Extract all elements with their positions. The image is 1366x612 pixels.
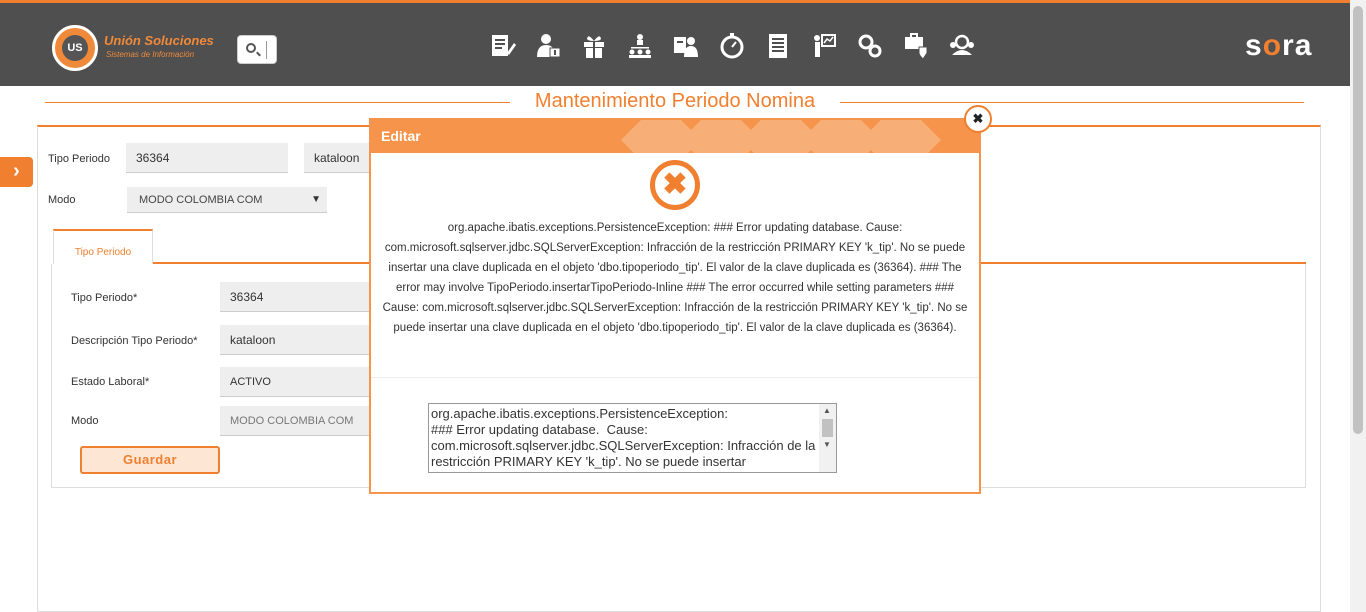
textarea-scrollbar[interactable]: ▲ ▼	[819, 404, 836, 472]
error-detail-textarea[interactable]: org.apache.ibatis.exceptions.Persistence…	[428, 403, 837, 473]
logo-mark-text: US	[62, 35, 88, 61]
error-message: org.apache.ibatis.exceptions.Persistence…	[382, 222, 968, 334]
sidebar-toggle-button[interactable]: ›	[0, 157, 33, 187]
form-tipo-label: Tipo Periodo*	[71, 292, 138, 304]
gift-icon[interactable]	[579, 31, 609, 61]
top-navbar: US Unión Soluciones Sistemas de Informac…	[0, 0, 1350, 86]
form-desc-label: Descripción Tipo Periodo*	[71, 335, 198, 347]
tab-tipo-periodo[interactable]: Tipo Periodo	[53, 229, 153, 264]
report-list-icon[interactable]	[763, 31, 793, 61]
dialog-title: Editar	[381, 128, 421, 144]
settings-shield-icon[interactable]	[901, 31, 931, 61]
filter-tipo-label: Tipo Periodo	[48, 153, 110, 165]
search-icon	[246, 43, 256, 53]
search-separator	[266, 41, 267, 59]
logo-subtitle: Sistemas de Información	[106, 50, 195, 59]
error-circle-icon: ✖	[650, 160, 700, 210]
filter-modo-select[interactable]: MODO COLOMBIA COM ▼	[127, 187, 327, 213]
error-dialog: Editar ✖ org.apache.ibatis.exceptions.Pe…	[369, 118, 981, 494]
filter-modo-label: Modo	[48, 194, 76, 206]
error-glyph: ✖	[662, 168, 688, 201]
team-search-icon[interactable]	[947, 31, 977, 61]
title-divider-right	[840, 102, 1304, 103]
brand-text-b: ra	[1282, 29, 1313, 62]
search-button[interactable]	[237, 35, 277, 64]
org-chart-icon[interactable]	[625, 31, 655, 61]
page-scrollbar[interactable]	[1350, 0, 1366, 612]
form-estado-label: Estado Laboral*	[71, 376, 150, 388]
dialog-divider	[371, 377, 979, 378]
dialog-header: Editar	[371, 120, 979, 153]
form-desc-field[interactable]: kataloon	[220, 325, 370, 355]
scroll-down-icon[interactable]: ▼	[823, 440, 831, 449]
save-button[interactable]: Guardar	[80, 446, 220, 474]
filter-tipo-desc-field[interactable]: kataloon	[304, 143, 374, 173]
chevron-down-icon: ▼	[311, 194, 321, 205]
form-estado-field[interactable]: ACTIVO	[220, 367, 370, 397]
user-money-icon[interactable]	[533, 31, 563, 61]
logo-name: Unión Soluciones	[104, 33, 214, 48]
textarea-scroll-thumb[interactable]	[822, 419, 833, 437]
stopwatch-icon[interactable]	[717, 31, 747, 61]
filter-tipo-code-field[interactable]: 36364	[126, 143, 288, 173]
chevron-right-icon: ›	[13, 160, 20, 182]
page-title: Mantenimiento Periodo Nomina	[534, 90, 816, 112]
brand-text-dot: o	[1262, 29, 1283, 62]
user-card-icon[interactable]	[671, 31, 701, 61]
form-modo-label: Modo	[71, 415, 99, 427]
header-pattern	[621, 120, 941, 153]
document-edit-icon[interactable]	[487, 31, 517, 61]
presentation-icon[interactable]	[809, 31, 839, 61]
close-icon[interactable]: ✖	[964, 105, 992, 133]
page-scroll-thumb[interactable]	[1353, 6, 1363, 434]
gears-icon[interactable]	[855, 31, 885, 61]
form-tipo-field[interactable]: 36364	[220, 282, 370, 312]
company-logo[interactable]: US Unión Soluciones Sistemas de Informac…	[52, 25, 232, 71]
brand-logo: sora	[1245, 29, 1312, 63]
title-divider-left	[45, 102, 510, 103]
scroll-up-icon[interactable]: ▲	[823, 406, 831, 415]
brand-text-a: s	[1245, 29, 1263, 62]
filter-modo-value: MODO COLOMBIA COM	[139, 194, 263, 206]
form-modo-field[interactable]: MODO COLOMBIA COM	[220, 406, 370, 436]
logo-mark: US	[52, 25, 98, 71]
